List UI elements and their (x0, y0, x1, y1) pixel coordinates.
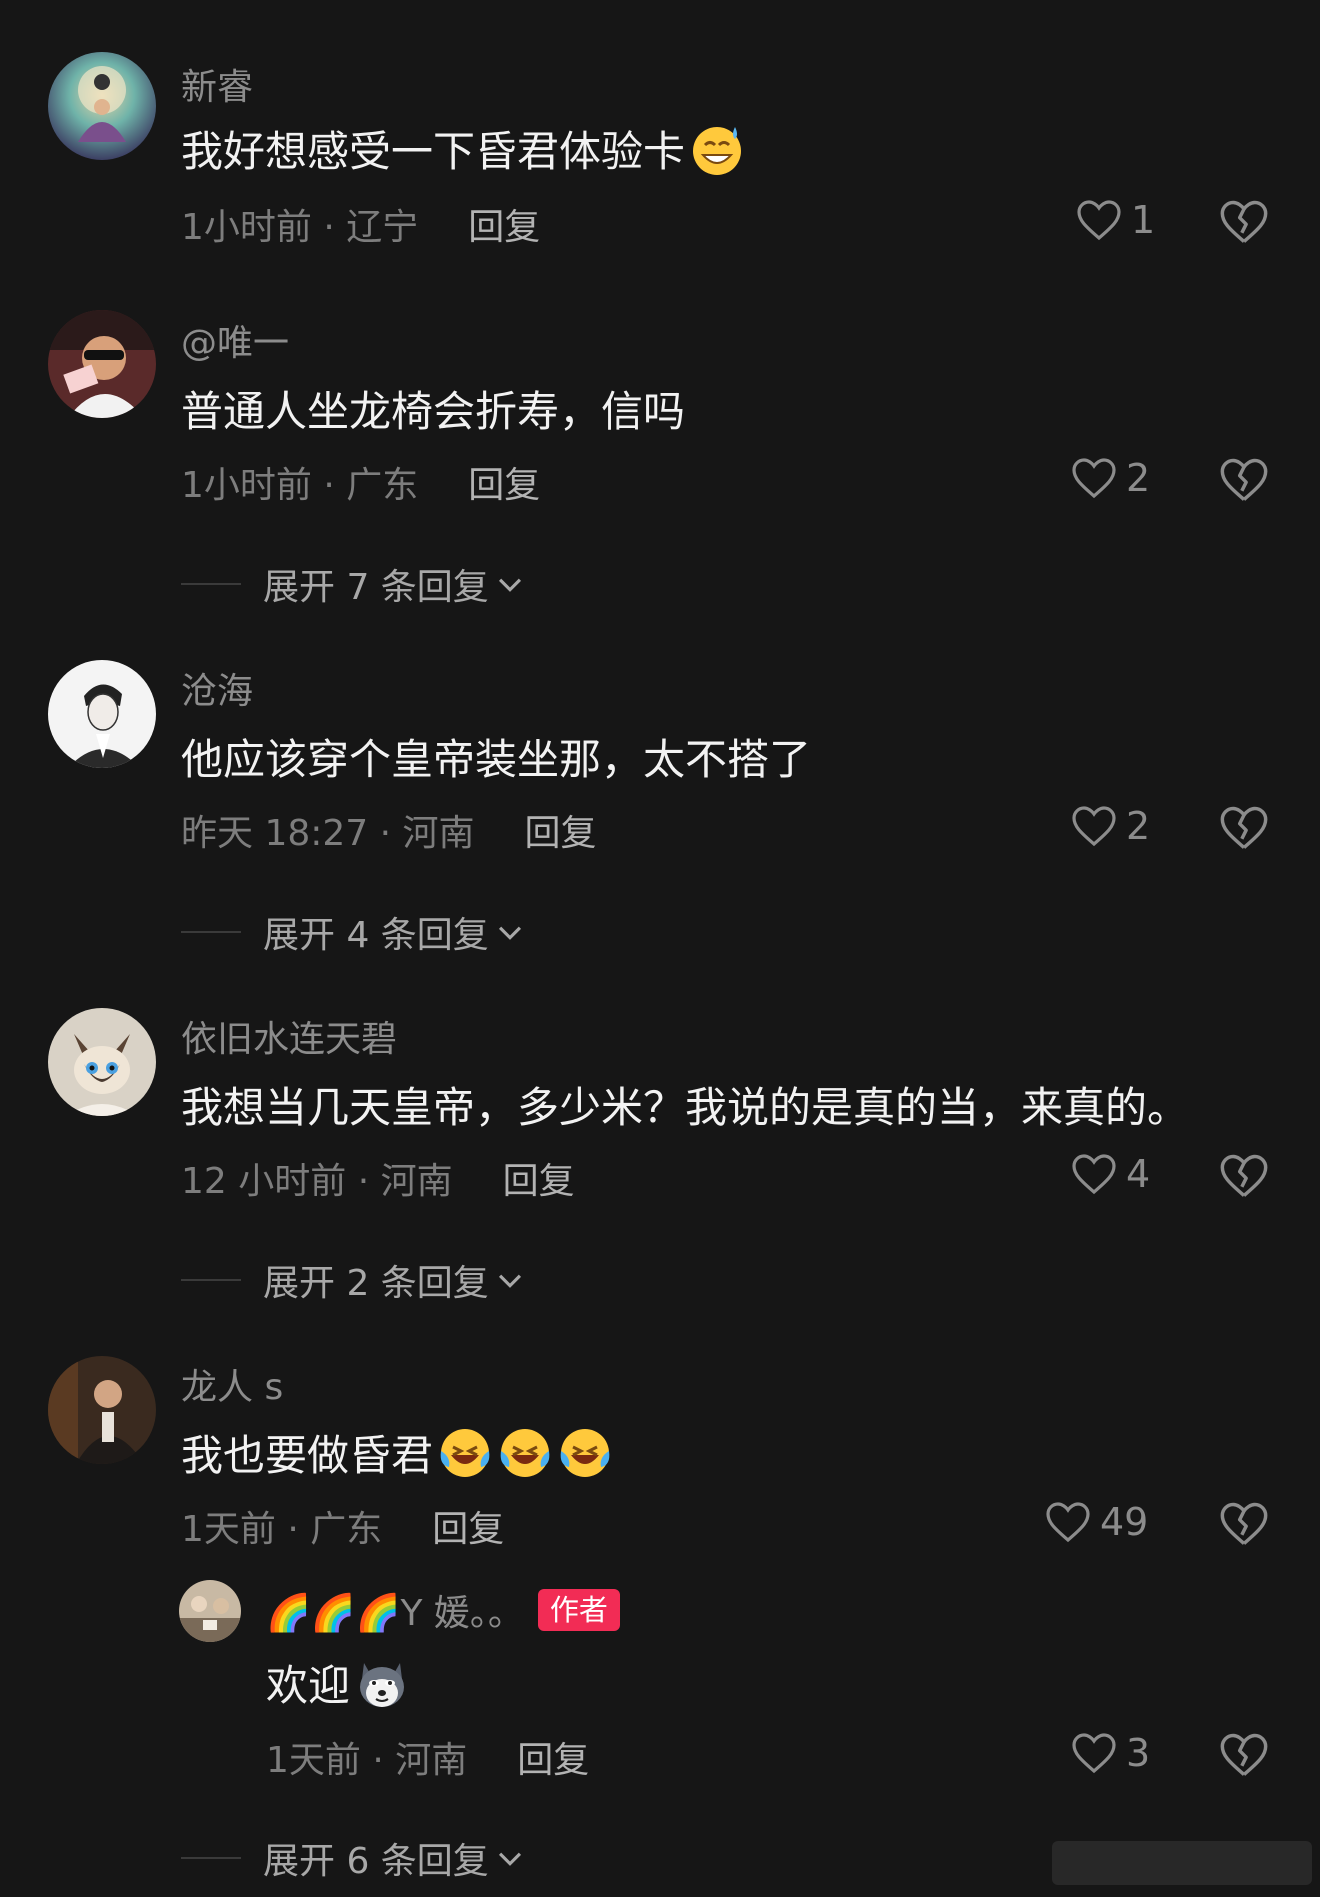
reply-button[interactable]: 回复 (525, 804, 597, 856)
time-location: 12 小时前 · 河南 (181, 1161, 453, 1202)
expand-replies-button[interactable]: 展开 7 条回复 (181, 558, 527, 610)
username[interactable]: 沧海 (181, 662, 253, 714)
dislike-button[interactable] (1218, 1498, 1270, 1550)
chevron-down-icon (498, 926, 521, 940)
comment-text: 我想当几天皇帝，多少米？我说的是真的当，来真的。 (181, 1074, 1189, 1135)
comment-text: 普通人坐龙椅会折寿，信吗 (181, 378, 685, 439)
time-location: 1天前 · 河南 (266, 1740, 468, 1781)
comment-meta: 12 小时前 · 河南 回复 (181, 1152, 575, 1204)
broken-heart-icon (1220, 200, 1268, 243)
chevron-down-icon (498, 1852, 521, 1866)
divider (181, 583, 241, 585)
heart-icon (1046, 1502, 1090, 1543)
comment-meta: 1小时前 · 辽宁 回复 (181, 198, 540, 250)
like-count: 3 (1126, 1731, 1151, 1775)
crying-laughing-emoji-icon (437, 1425, 493, 1481)
chevron-down-icon (498, 1274, 521, 1288)
dislike-button[interactable] (1218, 454, 1270, 506)
grinning-sweat-emoji-icon (689, 121, 745, 177)
reply-avatar[interactable] (179, 1580, 241, 1642)
username[interactable]: 龙人 s (181, 1358, 283, 1410)
like-button[interactable]: 1 (1075, 196, 1155, 244)
broken-heart-icon (1220, 458, 1268, 501)
dislike-button[interactable] (1218, 1150, 1270, 1202)
like-count: 2 (1126, 456, 1151, 500)
like-button[interactable]: 49 (1044, 1498, 1148, 1546)
dislike-button[interactable] (1218, 1729, 1270, 1781)
comment-text: 他应该穿个皇帝装坐那，太不搭了 (181, 726, 811, 787)
comment-text: 我好想感受一下昏君体验卡 (181, 118, 745, 179)
reply-text: 欢迎 (266, 1652, 410, 1713)
expand-label: 展开 7 条回复 (263, 567, 489, 608)
like-button[interactable]: 2 (1070, 454, 1150, 502)
crying-laughing-emoji-icon (497, 1425, 553, 1481)
comment-text-content: 我也要做昏君 (181, 1431, 434, 1480)
avatar[interactable] (48, 660, 156, 768)
comment-text-content: 我想当几天皇帝，多少米？我说的是真的当，来真的。 (181, 1083, 1190, 1132)
username[interactable]: 新睿 (181, 58, 253, 110)
expand-replies-button[interactable]: 展开 4 条回复 (181, 906, 527, 958)
watermark (1052, 1841, 1312, 1885)
dislike-button[interactable] (1218, 196, 1270, 248)
like-button[interactable]: 4 (1070, 1150, 1150, 1198)
reply-button[interactable]: 回复 (468, 198, 540, 250)
reply-text-content: 欢迎 (266, 1661, 351, 1710)
expand-label: 展开 6 条回复 (263, 1841, 489, 1882)
crying-laughing-emoji-icon (557, 1425, 613, 1481)
broken-heart-icon (1220, 1502, 1268, 1545)
heart-icon (1077, 200, 1121, 241)
like-count: 1 (1131, 198, 1156, 242)
heart-icon (1072, 1154, 1116, 1195)
username[interactable]: 依旧水连天碧 (181, 1010, 397, 1062)
expand-replies-button[interactable]: 展开 2 条回复 (181, 1254, 527, 1306)
reply-button[interactable]: 回复 (517, 1731, 589, 1783)
avatar[interactable] (48, 1008, 156, 1116)
like-button[interactable]: 2 (1070, 802, 1150, 850)
chevron-down-icon (498, 578, 521, 592)
like-button[interactable]: 3 (1070, 1729, 1150, 1777)
comment-text-content: 他应该穿个皇帝装坐那，太不搭了 (181, 735, 812, 784)
broken-heart-icon (1220, 806, 1268, 849)
expand-label: 展开 2 条回复 (263, 1263, 489, 1304)
avatar[interactable] (48, 52, 156, 160)
comment-meta: 1天前 · 广东 回复 (181, 1500, 504, 1552)
comment-text-content: 我好想感受一下昏君体验卡 (181, 127, 686, 176)
expand-replies-button[interactable]: 展开 6 条回复 (181, 1832, 527, 1884)
reply-button[interactable]: 回复 (503, 1152, 575, 1204)
like-count: 49 (1100, 1500, 1149, 1544)
divider (181, 931, 241, 933)
expand-label: 展开 4 条回复 (263, 915, 489, 956)
heart-icon (1072, 1733, 1116, 1774)
broken-heart-icon (1220, 1154, 1268, 1197)
reply-username[interactable]: 🌈🌈🌈Y 媛。。 (266, 1584, 524, 1636)
like-count: 2 (1126, 804, 1151, 848)
broken-heart-icon (1220, 1733, 1268, 1776)
time-location: 1小时前 · 广东 (181, 465, 419, 506)
like-count: 4 (1126, 1152, 1151, 1196)
avatar[interactable] (48, 1356, 156, 1464)
reply-username-row: 🌈🌈🌈Y 媛。。 作者 (266, 1584, 620, 1636)
heart-icon (1072, 458, 1116, 499)
comment-text: 我也要做昏君 (181, 1422, 613, 1483)
username[interactable]: @唯一 (181, 314, 289, 366)
time-location: 1小时前 · 辽宁 (181, 207, 419, 248)
author-tag: 作者 (537, 1589, 620, 1631)
husky-dog-emoji-icon (354, 1655, 410, 1711)
divider (181, 1279, 241, 1281)
dislike-button[interactable] (1218, 802, 1270, 854)
heart-icon (1072, 806, 1116, 847)
reply-meta: 1天前 · 河南 回复 (266, 1731, 589, 1783)
comment-meta: 昨天 18:27 · 河南 回复 (181, 804, 597, 856)
reply-button[interactable]: 回复 (468, 456, 540, 508)
divider (181, 1857, 241, 1859)
time-location: 昨天 18:27 · 河南 (181, 813, 475, 854)
comment-text-content: 普通人坐龙椅会折寿，信吗 (181, 387, 686, 436)
time-location: 1天前 · 广东 (181, 1509, 383, 1550)
comment-meta: 1小时前 · 广东 回复 (181, 456, 540, 508)
avatar[interactable] (48, 310, 156, 418)
reply-button[interactable]: 回复 (432, 1500, 504, 1552)
